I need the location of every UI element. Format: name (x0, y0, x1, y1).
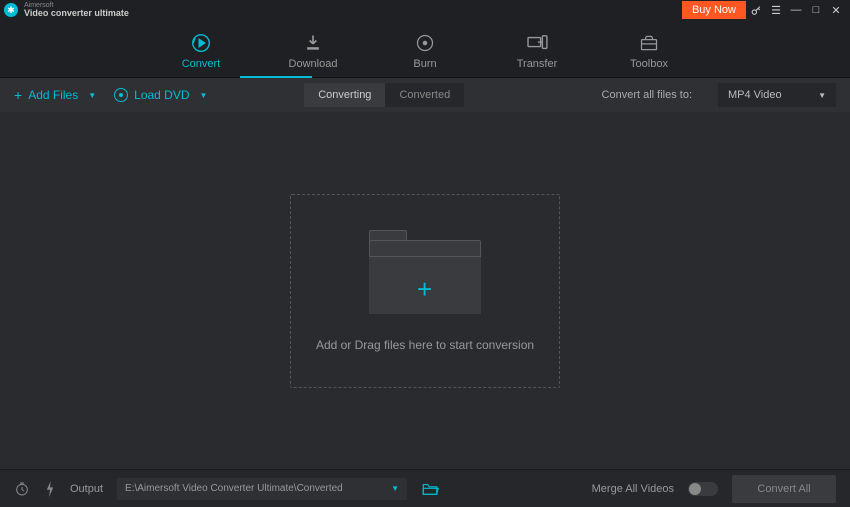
chevron-down-icon: ▼ (200, 91, 208, 100)
drop-zone[interactable]: + Add or Drag files here to start conver… (290, 194, 560, 388)
seg-converted[interactable]: Converted (385, 83, 464, 107)
add-files-label: Add Files (28, 88, 78, 102)
burn-icon (414, 32, 436, 54)
merge-label: Merge All Videos (592, 483, 674, 495)
nav-label: Burn (413, 58, 436, 70)
nav-label: Convert (182, 58, 221, 70)
top-nav: Convert Download Burn Transfer Toolbox (0, 20, 850, 78)
app-logo (4, 3, 18, 17)
nav-download[interactable]: Download (277, 28, 349, 70)
output-label: Output (70, 483, 103, 495)
output-path-select[interactable]: E:\Aimersoft Video Converter Ultimate\Co… (117, 478, 407, 500)
key-icon[interactable] (746, 1, 766, 19)
folder-icon: + (369, 230, 481, 314)
main-area: + Add or Drag files here to start conver… (0, 112, 850, 469)
seg-converting[interactable]: Converting (304, 83, 385, 107)
chevron-down-icon: ▼ (88, 91, 96, 100)
titlebar: Aimersoft Video converter ultimate Buy N… (0, 0, 850, 20)
maximize-icon[interactable]: □ (806, 1, 826, 19)
active-tab-underline (240, 76, 312, 78)
output-format-select[interactable]: MP4 Video ▼ (718, 83, 836, 107)
nav-toolbox[interactable]: Toolbox (613, 28, 685, 70)
play-circle-icon (190, 32, 212, 54)
menu-icon[interactable]: ☰ (766, 1, 786, 19)
convert-all-button[interactable]: Convert All (732, 475, 836, 503)
nav-transfer[interactable]: Transfer (501, 28, 573, 70)
convert-to-label: Convert all files to: (602, 89, 692, 101)
add-files-button[interactable]: + Add Files ▼ (14, 87, 96, 103)
gpu-icon[interactable] (44, 481, 56, 497)
output-path-value: E:\Aimersoft Video Converter Ultimate\Co… (125, 483, 343, 494)
nav-burn[interactable]: Burn (389, 28, 461, 70)
nav-convert[interactable]: Convert (165, 28, 237, 70)
drop-hint-text: Add or Drag files here to start conversi… (316, 338, 534, 352)
status-segment: Converting Converted (304, 83, 464, 107)
load-dvd-button[interactable]: Load DVD ▼ (114, 88, 207, 102)
sub-toolbar: + Add Files ▼ Load DVD ▼ Converting Conv… (0, 78, 850, 112)
buy-now-button[interactable]: Buy Now (682, 1, 746, 19)
merge-toggle[interactable] (688, 482, 718, 496)
schedule-icon[interactable] (14, 481, 30, 497)
brand-block: Aimersoft Video converter ultimate (24, 2, 129, 18)
toolbox-icon (638, 32, 660, 54)
load-dvd-label: Load DVD (134, 88, 189, 102)
plus-icon: + (14, 87, 22, 103)
format-value: MP4 Video (728, 89, 782, 101)
download-icon (302, 32, 324, 54)
brand-line2: Video converter ultimate (24, 9, 129, 18)
open-folder-icon[interactable] (421, 482, 439, 496)
add-plus-icon: + (417, 274, 432, 305)
nav-label: Transfer (517, 58, 558, 70)
chevron-down-icon: ▼ (818, 91, 826, 100)
nav-label: Toolbox (630, 58, 668, 70)
disc-icon (114, 88, 128, 102)
transfer-icon (526, 32, 548, 54)
bottom-bar: Output E:\Aimersoft Video Converter Ulti… (0, 469, 850, 507)
close-icon[interactable]: ✕ (826, 1, 846, 19)
nav-label: Download (289, 58, 338, 70)
minimize-icon[interactable]: — (786, 1, 806, 19)
chevron-down-icon: ▼ (391, 484, 399, 493)
